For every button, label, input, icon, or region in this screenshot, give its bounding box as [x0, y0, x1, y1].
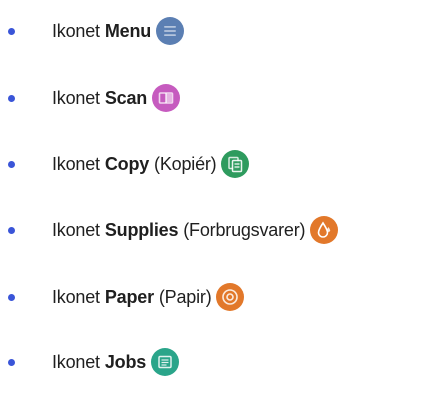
paper-icon: [216, 283, 245, 311]
item-name: Paper: [104, 286, 154, 307]
bullet: [8, 293, 15, 301]
item-prefix: Ikonet: [52, 351, 100, 372]
list-item-text: Ikonet Jobs: [52, 348, 180, 376]
list-item-text: Ikonet Copy (Kopiér): [52, 150, 250, 178]
item-name: Scan: [104, 87, 148, 108]
bullet: [8, 358, 15, 366]
icon-list: Ikonet Menu Ikonet Scan Ikonet Copy (Kop…: [0, 0, 424, 395]
item-translation: (Papir): [158, 286, 212, 307]
item-prefix: Ikonet: [52, 286, 100, 307]
scan-icon: [152, 84, 181, 112]
item-name: Copy: [104, 153, 150, 174]
list-item-text: Ikonet Scan: [52, 84, 181, 112]
bullet: [8, 226, 15, 234]
list-item-text: Ikonet Paper (Papir): [52, 283, 245, 311]
jobs-icon: [151, 348, 180, 376]
bullet: [8, 94, 15, 102]
item-prefix: Ikonet: [52, 219, 100, 240]
item-prefix: Ikonet: [52, 87, 100, 108]
copy-icon: [221, 150, 250, 178]
list-item-text: Ikonet Menu: [52, 17, 185, 45]
item-name: Supplies: [104, 219, 179, 240]
item-name: Jobs: [104, 351, 147, 372]
item-prefix: Ikonet: [52, 153, 100, 174]
item-translation: (Kopiér): [154, 153, 217, 174]
bullet: [8, 27, 15, 35]
item-prefix: Ikonet: [52, 20, 100, 41]
item-translation: (Forbrugsvarer): [183, 219, 306, 240]
supplies-icon: [310, 216, 339, 244]
list-item-text: Ikonet Supplies (Forbrugsvarer): [52, 216, 339, 244]
bullet: [8, 160, 15, 168]
menu-icon: [156, 17, 185, 45]
item-name: Menu: [104, 20, 152, 41]
